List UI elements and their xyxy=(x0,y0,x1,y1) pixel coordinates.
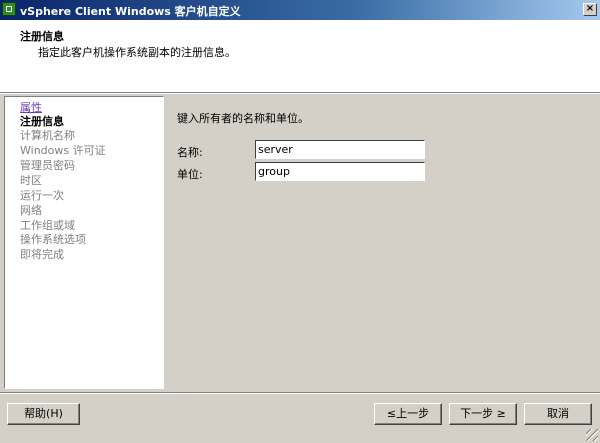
nav-item-windows-license: Windows 许可证 xyxy=(20,144,106,157)
window-title: vSphere Client Windows 客户机自定义 xyxy=(20,5,241,18)
resize-grip[interactable] xyxy=(586,429,598,441)
header-subtitle: 指定此客户机操作系统副本的注册信息。 xyxy=(38,46,236,59)
header-title: 注册信息 xyxy=(20,30,64,43)
organization-label: 单位: xyxy=(177,168,203,181)
nav-item-computer-name: 计算机名称 xyxy=(20,129,75,142)
name-input[interactable] xyxy=(255,140,425,159)
help-button[interactable]: 帮助(H) xyxy=(7,403,80,425)
back-button[interactable]: ≤上一步 xyxy=(374,403,442,425)
instruction-text: 键入所有者的名称和单位。 xyxy=(177,112,309,125)
next-button[interactable]: 下一步 ≥ xyxy=(449,403,517,425)
close-button[interactable]: × xyxy=(583,3,597,16)
wizard-header: 注册信息 指定此客户机操作系统副本的注册信息。 xyxy=(0,20,600,93)
footer-divider-highlight xyxy=(0,393,600,394)
nav-item-admin-password: 管理员密码 xyxy=(20,159,75,172)
organization-input[interactable] xyxy=(255,162,425,181)
nav-item-network: 网络 xyxy=(20,204,42,217)
nav-item-ready-to-complete: 即将完成 xyxy=(20,248,64,261)
name-label: 名称: xyxy=(177,146,203,159)
cancel-button[interactable]: 取消 xyxy=(524,403,592,425)
nav-item-run-once: 运行一次 xyxy=(20,189,64,202)
nav-item-os-options: 操作系统选项 xyxy=(20,233,86,246)
nav-item-time-zone: 时区 xyxy=(20,174,42,187)
vsphere-app-icon xyxy=(2,2,16,16)
header-divider xyxy=(0,93,600,94)
title-bar: vSphere Client Windows 客户机自定义 × xyxy=(0,0,600,20)
wizard-step-list: 属性 注册信息 计算机名称 Windows 许可证 管理员密码 时区 运行一次 … xyxy=(4,96,164,389)
